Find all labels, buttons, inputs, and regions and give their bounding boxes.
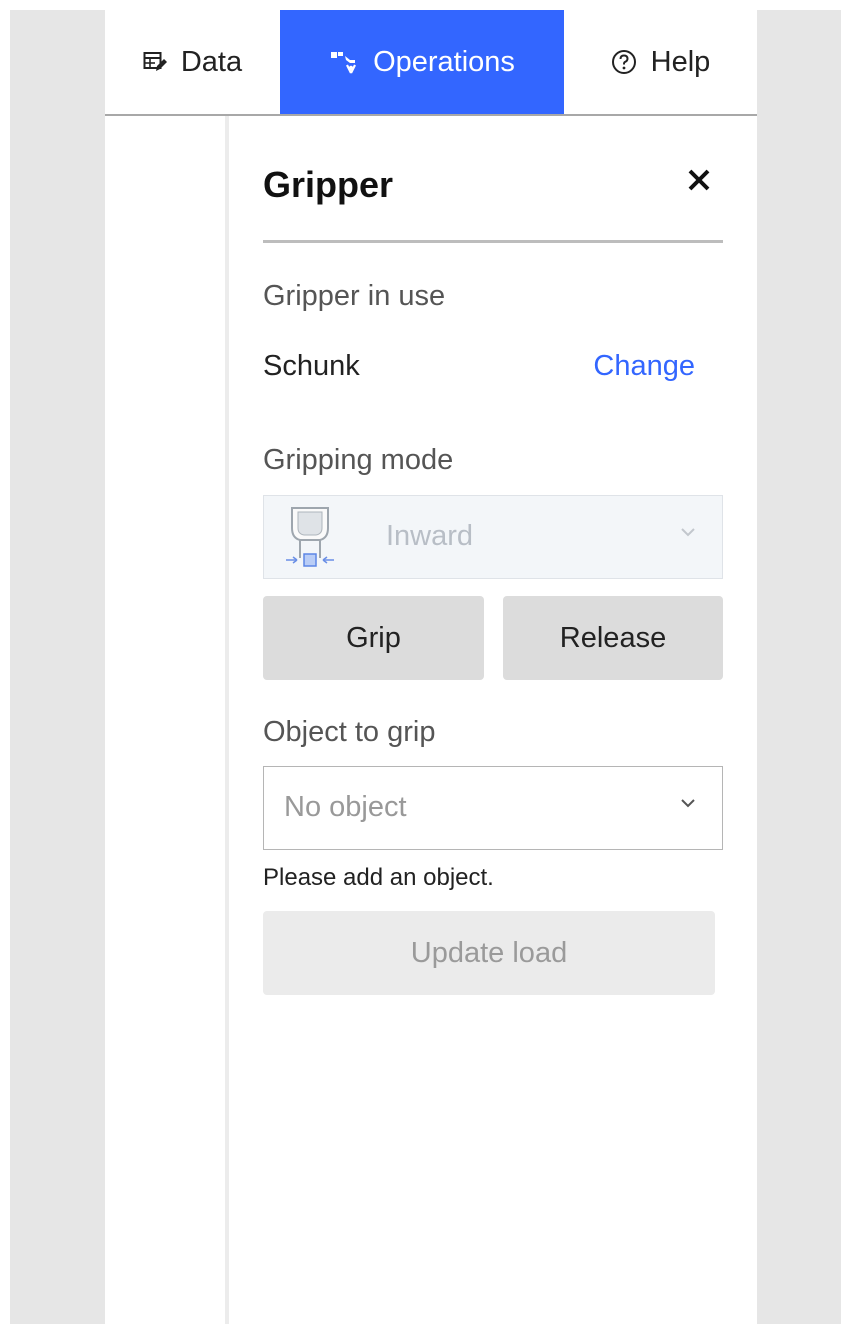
object-hint-text: Please add an object.	[263, 864, 494, 891]
gripper-in-use-label: Gripper in use	[263, 280, 446, 312]
title-divider	[263, 240, 723, 243]
tab-bar: Data Operations Help	[105, 10, 757, 116]
chevron-down-icon	[680, 795, 696, 813]
left-blank-column	[105, 116, 229, 1324]
grip-button[interactable]: Grip	[263, 596, 484, 680]
question-circle-icon	[611, 49, 637, 75]
gripping-mode-label: Gripping mode	[263, 444, 454, 476]
gripper-in-use-value: Schunk	[263, 350, 360, 382]
close-icon	[688, 169, 710, 191]
tab-data[interactable]: Data	[105, 10, 280, 114]
outer-frame-left	[10, 10, 105, 1324]
gripper-icon	[329, 50, 359, 74]
object-select-placeholder: No object	[284, 791, 407, 823]
outer-frame-right	[757, 10, 841, 1324]
chevron-down-icon	[680, 524, 696, 542]
release-button[interactable]: Release	[503, 596, 723, 680]
close-button[interactable]	[683, 162, 715, 198]
app-window: Data Operations Help Gripper Gripper in …	[105, 10, 757, 1324]
tab-help-label: Help	[650, 45, 711, 78]
gripping-mode-select[interactable]: Inward	[263, 495, 723, 579]
tab-operations-label: Operations	[373, 45, 515, 78]
tab-help[interactable]: Help	[564, 10, 757, 114]
table-edit-icon	[143, 51, 167, 73]
panel-title: Gripper	[263, 164, 394, 205]
object-to-grip-select[interactable]: No object	[263, 766, 723, 850]
update-load-button[interactable]: Update load	[263, 911, 715, 995]
change-gripper-link[interactable]: Change	[593, 350, 695, 383]
tab-operations[interactable]: Operations	[280, 10, 564, 114]
gripping-mode-value: Inward	[386, 520, 474, 552]
object-to-grip-label: Object to grip	[263, 716, 436, 748]
inward-grip-icon	[282, 502, 338, 575]
tab-data-label: Data	[180, 45, 243, 78]
